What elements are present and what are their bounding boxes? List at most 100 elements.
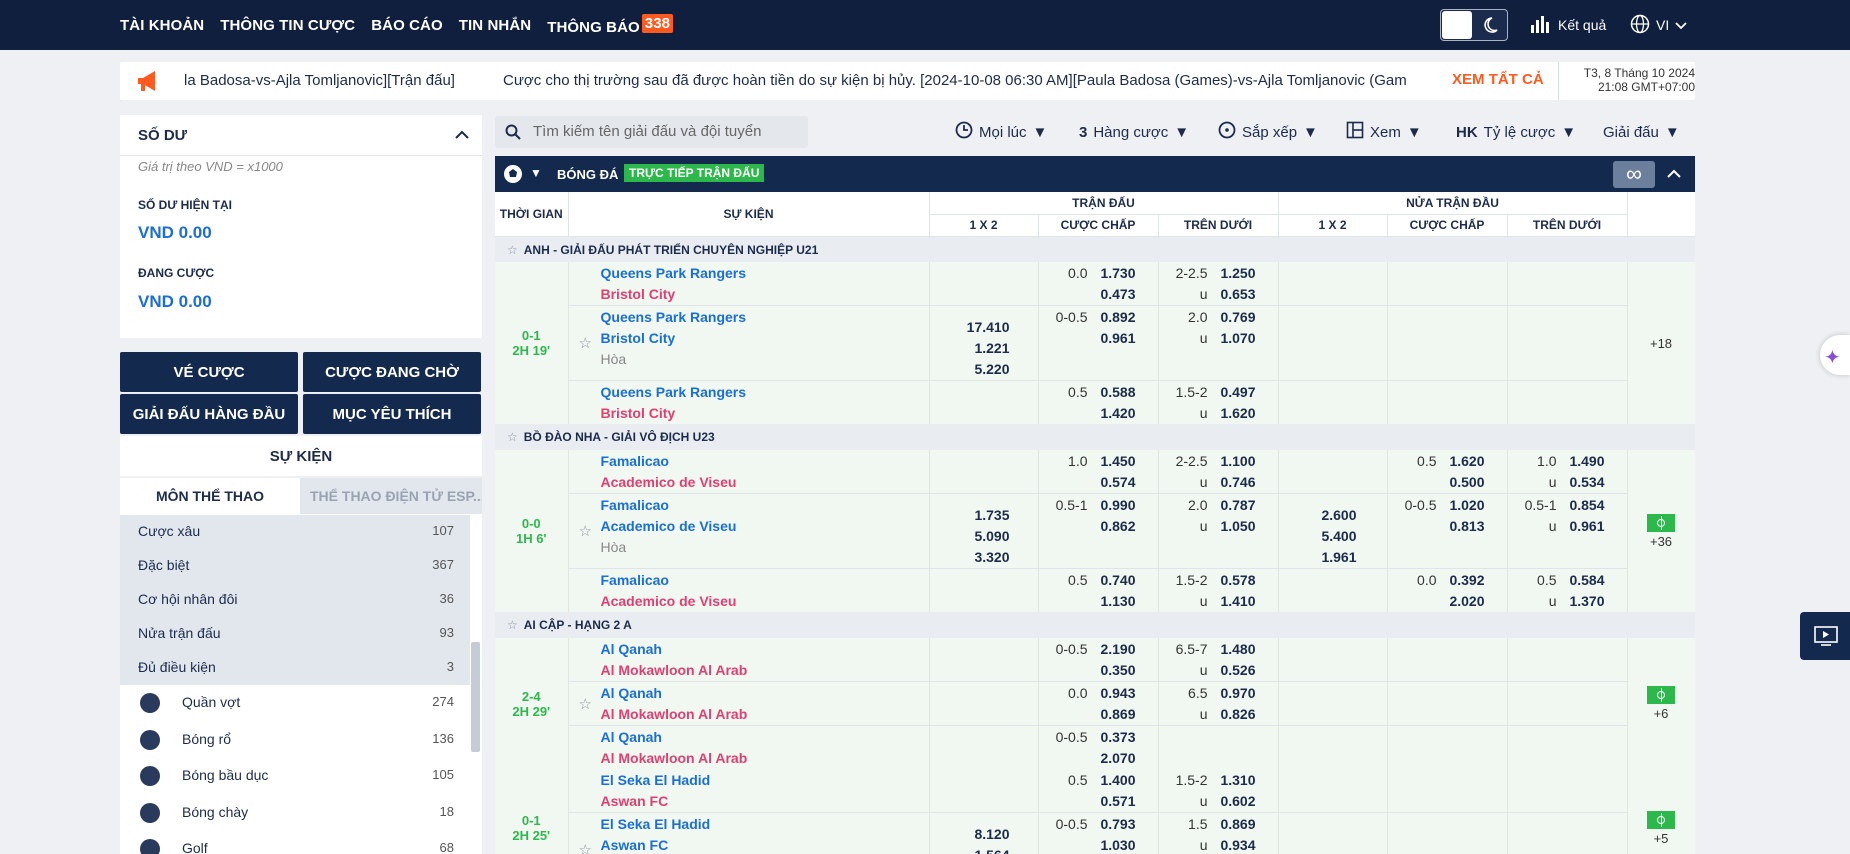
odds-value[interactable]: 0.578 xyxy=(1216,570,1255,591)
sport-item[interactable]: Bóng rổ 136 xyxy=(120,723,470,757)
ticker-message-2[interactable]: Cược cho thị trường sau đã được hoàn tiề… xyxy=(503,72,1407,89)
pending-bets-button[interactable]: CƯỢC ĐANG CHỜ xyxy=(303,352,481,392)
odds-value[interactable]: 0.574 xyxy=(1096,472,1135,493)
odds-value[interactable]: 0.602 xyxy=(1216,791,1255,812)
odds-value[interactable]: 0.584 xyxy=(1565,570,1604,591)
sports-scrollbar[interactable] xyxy=(471,642,480,752)
away-team[interactable]: Al Mokawloon Al Arab xyxy=(601,704,929,725)
odds-home[interactable]: 17.410 xyxy=(930,317,1010,338)
odds-away[interactable]: 5.400 xyxy=(1279,526,1356,547)
odds-away[interactable]: 1.564 xyxy=(930,845,1009,854)
top-leagues-button[interactable]: GIẢI ĐẤU HÀNG ĐẦU xyxy=(120,394,298,434)
infinity-icon[interactable]: ∞ xyxy=(1613,161,1655,188)
away-team[interactable]: Bristol City xyxy=(601,284,929,305)
more-markets-link[interactable]: +36 xyxy=(1650,534,1672,549)
away-team[interactable]: Bristol City xyxy=(601,328,929,349)
home-team[interactable]: Famalicao xyxy=(601,495,929,516)
home-team[interactable]: El Seka El Hadid xyxy=(601,770,929,791)
odds-value[interactable]: 1.100 xyxy=(1216,451,1255,472)
sport-item[interactable]: Bóng chày 18 xyxy=(120,796,470,830)
sport-item[interactable]: Đủ điều kiện 3 xyxy=(120,651,470,685)
odds-value[interactable]: 0.990 xyxy=(1096,495,1135,516)
odds-value[interactable]: 0.943 xyxy=(1096,683,1135,704)
odds-value[interactable]: 0.350 xyxy=(1096,660,1135,681)
time-filter[interactable]: Mọi lúc ▼ xyxy=(955,116,1047,148)
sport-item[interactable]: Golf 68 xyxy=(120,832,470,854)
away-team[interactable]: Al Mokawloon Al Arab xyxy=(601,748,929,769)
search-box[interactable]: Tìm kiếm tên giải đấu và đội tuyển xyxy=(495,116,808,148)
odds-value[interactable]: 0.961 xyxy=(1096,328,1135,349)
odds-value[interactable]: 0.653 xyxy=(1216,284,1255,305)
league-header[interactable]: ☆ AI CẬP - HẠNG 2 A xyxy=(495,612,1695,638)
home-team[interactable]: Queens Park Rangers xyxy=(601,382,929,403)
odds-value[interactable]: 1.070 xyxy=(1216,328,1255,349)
home-team[interactable]: Al Qanah xyxy=(601,683,929,704)
odds-value[interactable]: 1.410 xyxy=(1216,591,1255,612)
favorite-star-icon[interactable]: ☆ xyxy=(579,522,592,540)
favorite-star-icon[interactable]: ☆ xyxy=(579,841,592,854)
odds-value[interactable]: 1.050 xyxy=(1216,516,1255,537)
live-field-icon[interactable] xyxy=(1647,686,1676,704)
home-team[interactable]: Al Qanah xyxy=(601,639,929,660)
chevron-down-icon[interactable]: ▼ xyxy=(530,166,542,180)
league-header[interactable]: ☆ ANH - GIẢI ĐẤU PHÁT TRIỂN CHUYÊN NGHIỆP… xyxy=(495,236,1695,262)
sport-item[interactable]: Quần vợt 274 xyxy=(120,686,470,720)
odds-value[interactable]: 0.588 xyxy=(1096,382,1135,403)
odds-value[interactable]: 0.787 xyxy=(1216,495,1255,516)
odds-value[interactable]: 0.392 xyxy=(1445,570,1484,591)
odds-value[interactable]: 1.450 xyxy=(1096,451,1135,472)
odds-value[interactable]: 1.400 xyxy=(1096,770,1135,791)
odds-value[interactable]: 0.970 xyxy=(1216,683,1255,704)
home-team[interactable]: Queens Park Rangers xyxy=(601,307,929,328)
league-filter[interactable]: Giải đấu ▼ xyxy=(1603,116,1680,148)
sport-item[interactable]: Đặc biệt 367 xyxy=(120,549,470,583)
sport-item[interactable]: Bóng bầu dục 105 xyxy=(120,759,470,793)
nav-messages[interactable]: TIN NHẮN xyxy=(459,17,531,34)
odds-value[interactable]: 0.373 xyxy=(1096,727,1135,748)
odds-value[interactable]: 0.869 xyxy=(1096,704,1135,725)
odds-value[interactable]: 0.961 xyxy=(1565,516,1604,537)
home-team[interactable]: El Seka El Hadid xyxy=(601,814,929,835)
odds-away[interactable]: 1.221 xyxy=(930,338,1009,359)
odds-value[interactable]: 0.869 xyxy=(1216,814,1255,835)
language-selector[interactable]: VI xyxy=(1630,0,1687,50)
odds-format-filter[interactable]: HK Tỷ lệ cược ▼ xyxy=(1456,116,1576,148)
odds-draw[interactable]: 5.220 xyxy=(930,359,1009,380)
odds-value[interactable]: 1.030 xyxy=(1096,835,1135,854)
tab-sports[interactable]: MÔN THỂ THAO xyxy=(120,478,300,514)
live-field-icon[interactable] xyxy=(1647,810,1676,829)
odds-value[interactable]: 0.862 xyxy=(1096,516,1135,537)
home-team[interactable]: Queens Park Rangers xyxy=(601,263,929,284)
league-header[interactable]: ☆ BỒ ĐÀO NHA - GIẢI VÔ ĐỊCH U23 xyxy=(495,424,1695,450)
odds-value[interactable]: 0.793 xyxy=(1096,814,1135,835)
more-markets-link[interactable]: +6 xyxy=(1654,706,1669,721)
nav-notifications[interactable]: THÔNG BÁO 338 xyxy=(547,14,674,36)
sport-item[interactable]: Cơ hội nhân đôi 36 xyxy=(120,583,470,617)
odds-value[interactable]: 1.480 xyxy=(1216,639,1255,660)
odds-value[interactable]: 1.020 xyxy=(1445,495,1484,516)
odds-value[interactable]: 1.620 xyxy=(1445,451,1484,472)
odds-value[interactable]: 0.500 xyxy=(1445,472,1484,493)
see-all-link[interactable]: XEM TẤT CẢ xyxy=(1452,71,1544,88)
favorite-star-icon[interactable]: ☆ xyxy=(579,695,592,713)
sport-item[interactable]: Cược xâu 107 xyxy=(120,515,470,549)
nav-bet-info[interactable]: THÔNG TIN CƯỢC xyxy=(220,17,355,34)
away-team[interactable]: Aswan FC xyxy=(601,791,929,812)
nav-reports[interactable]: BÁO CÁO xyxy=(371,17,443,34)
chevron-up-icon[interactable] xyxy=(455,127,469,143)
odds-draw[interactable]: 1.961 xyxy=(1279,547,1356,568)
odds-value[interactable]: 0.526 xyxy=(1216,660,1255,681)
nav-account[interactable]: TÀI KHOẢN xyxy=(120,17,204,34)
odds-home[interactable]: 1.735 xyxy=(930,505,1009,526)
more-markets-link[interactable]: +18 xyxy=(1650,336,1672,351)
odds-value[interactable]: 1.370 xyxy=(1565,591,1604,612)
theme-toggle[interactable] xyxy=(1440,9,1508,41)
odds-away[interactable]: 5.090 xyxy=(930,526,1009,547)
live-tv-button[interactable] xyxy=(1800,612,1850,660)
odds-value[interactable]: 0.534 xyxy=(1565,472,1604,493)
sparkle-assistant-button[interactable]: ✦ xyxy=(1820,335,1850,375)
sort-filter[interactable]: Sắp xếp ▼ xyxy=(1218,116,1318,148)
results-link[interactable]: Kết quả xyxy=(1530,0,1606,50)
away-team[interactable]: Al Mokawloon Al Arab xyxy=(601,660,929,681)
odds-value[interactable]: 0.826 xyxy=(1216,704,1255,725)
